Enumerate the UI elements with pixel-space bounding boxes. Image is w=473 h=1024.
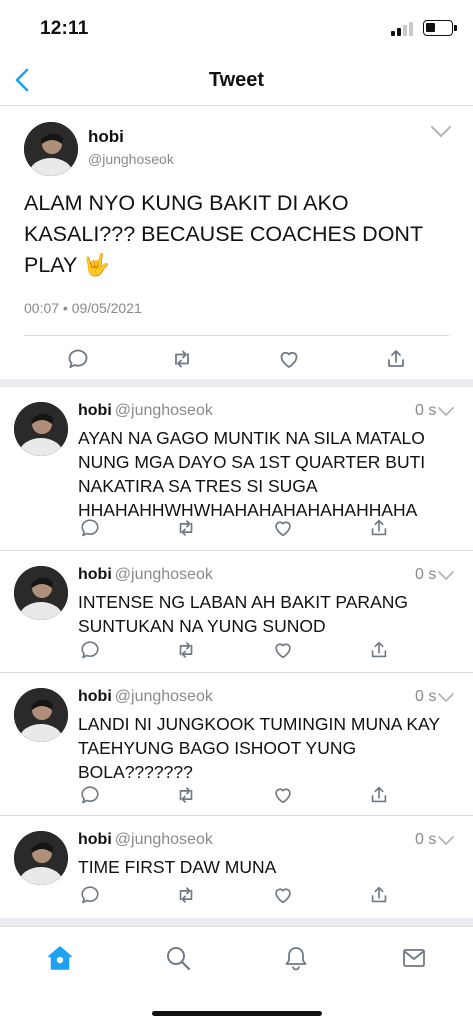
avatar[interactable]	[14, 402, 68, 456]
share-icon[interactable]	[384, 347, 408, 371]
author-name[interactable]: hobi	[78, 688, 112, 705]
reply-timestamp: 0 s	[415, 402, 437, 419]
comment-icon[interactable]	[66, 347, 90, 371]
home-icon[interactable]	[47, 945, 73, 971]
search-icon[interactable]	[165, 945, 191, 971]
retweet-icon[interactable]	[175, 639, 197, 661]
share-icon[interactable]	[368, 517, 390, 539]
chevron-down-icon[interactable]	[437, 835, 455, 847]
comment-icon[interactable]	[79, 639, 101, 661]
author-name[interactable]: hobi	[78, 566, 112, 583]
author-name[interactable]: hobi	[78, 831, 112, 848]
share-icon[interactable]	[368, 784, 390, 806]
section-separator	[0, 918, 473, 926]
reply-tweet[interactable]: hobi @junghoseok 0 s INTENSE NG LABAN AH …	[0, 552, 473, 673]
retweet-icon[interactable]	[175, 884, 197, 906]
heart-icon[interactable]	[272, 884, 294, 906]
chevron-down-icon[interactable]	[437, 406, 455, 418]
retweet-icon[interactable]	[175, 517, 197, 539]
reply-timestamp: 0 s	[415, 831, 437, 848]
author-handle[interactable]: @junghoseok	[115, 688, 213, 705]
reply-header: hobi @junghoseok	[78, 402, 213, 420]
comment-icon[interactable]	[79, 884, 101, 906]
retweet-icon[interactable]	[175, 784, 197, 806]
chevron-down-icon[interactable]	[430, 125, 452, 139]
bottom-tab-bar	[0, 926, 473, 1024]
status-time: 12:11	[40, 18, 89, 39]
heart-icon[interactable]	[272, 517, 294, 539]
reply-header: hobi @junghoseok	[78, 566, 213, 584]
author-name[interactable]: hobi	[78, 402, 112, 419]
reply-header: hobi @junghoseok	[78, 831, 213, 849]
author-name[interactable]: hobi	[88, 127, 124, 147]
mail-icon[interactable]	[401, 945, 427, 971]
main-tweet: hobi @junghoseok ALAM NYO KUNG BAKIT DI …	[0, 107, 473, 387]
share-icon[interactable]	[368, 639, 390, 661]
heart-icon[interactable]	[272, 639, 294, 661]
avatar[interactable]	[24, 122, 78, 176]
retweet-icon[interactable]	[170, 347, 194, 371]
author-handle[interactable]: @junghoseok	[115, 402, 213, 419]
reply-text: LANDI NI JUNGKOOK TUMINGIN MUNA KAY TAEH…	[78, 714, 440, 782]
battery-icon	[423, 20, 457, 36]
nav-header: Tweet	[0, 56, 473, 106]
reply-text: INTENSE NG LABAN AH BAKIT PARANG SUNTUKA…	[78, 592, 408, 636]
tweet-timestamp: 00:07 • 09/05/2021	[24, 300, 142, 316]
reply-timestamp: 0 s	[415, 566, 437, 583]
comment-icon[interactable]	[79, 517, 101, 539]
reply-header: hobi @junghoseok	[78, 688, 213, 706]
chevron-down-icon[interactable]	[437, 570, 455, 582]
divider	[24, 335, 449, 336]
reply-tweet[interactable]: hobi @junghoseok 0 s LANDI NI JUNGKOOK TU…	[0, 674, 473, 816]
reply-text: AYAN NA GAGO MUNTIK NA SILA MATALO NUNG …	[78, 428, 426, 520]
page-title: Tweet	[208, 69, 265, 91]
reply-tweet[interactable]: hobi @junghoseok 0 s AYAN NA GAGO MUNTIK …	[0, 388, 473, 551]
author-handle[interactable]: @junghoseok	[115, 566, 213, 583]
reply-timestamp: 0 s	[415, 688, 437, 705]
status-bar: 12:11	[0, 0, 473, 56]
avatar[interactable]	[14, 831, 68, 885]
heart-icon[interactable]	[277, 347, 301, 371]
avatar[interactable]	[14, 688, 68, 742]
chevron-down-icon[interactable]	[437, 692, 455, 704]
home-indicator[interactable]	[152, 1011, 322, 1016]
reply-tweet[interactable]: hobi @junghoseok 0 s TIME FIRST DAW MUNA	[0, 817, 473, 918]
reply-text: TIME FIRST DAW MUNA	[78, 857, 277, 877]
comment-icon[interactable]	[79, 784, 101, 806]
tweet-text: ALAM NYO KUNG BAKIT DI AKO KASALI??? BEC…	[24, 191, 423, 277]
bell-icon[interactable]	[283, 945, 309, 971]
tweet-actions	[24, 347, 444, 373]
avatar[interactable]	[14, 566, 68, 620]
heart-icon[interactable]	[272, 784, 294, 806]
cellular-signal-icon	[391, 22, 417, 36]
author-handle[interactable]: @junghoseok	[115, 831, 213, 848]
share-icon[interactable]	[368, 884, 390, 906]
author-handle[interactable]: @junghoseok	[88, 151, 174, 167]
